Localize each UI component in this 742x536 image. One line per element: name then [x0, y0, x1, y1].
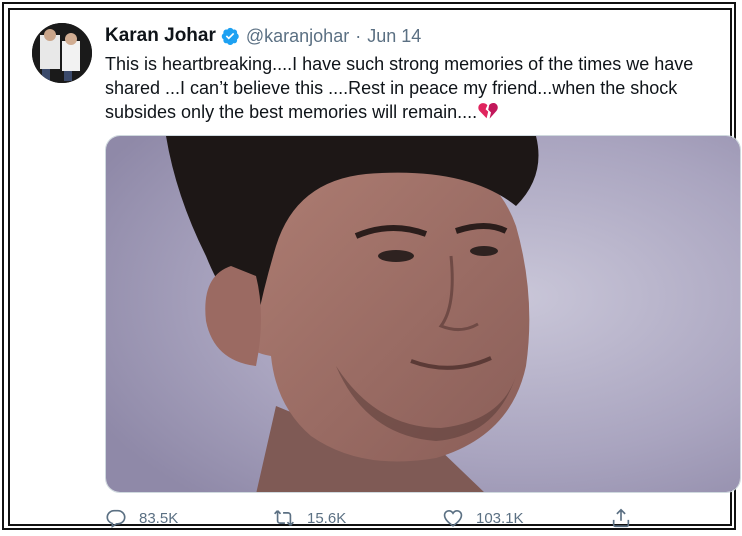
- like-icon: [443, 510, 463, 527]
- reply-icon: [106, 509, 126, 529]
- share-button[interactable]: [610, 505, 632, 531]
- retweet-icon: [274, 510, 294, 526]
- broken-heart-icon: [478, 102, 498, 120]
- retweet-button[interactable]: 15.6K: [273, 505, 346, 531]
- tweet-date[interactable]: Jun 14: [367, 26, 421, 47]
- like-count: 103.1K: [476, 509, 524, 527]
- tweet-actions: 83.5K 15.6K 103.1K: [105, 505, 645, 531]
- tweet-card: Karan Johar @karanjohar · Jun 14 This is…: [8, 8, 741, 529]
- retweet-count: 15.6K: [307, 509, 347, 527]
- like-button[interactable]: 103.1K: [442, 505, 524, 531]
- tweet-text: This is heartbreaking....I have such str…: [105, 52, 725, 124]
- tweet-media-photo[interactable]: [105, 135, 741, 493]
- reply-count: 83.5K: [139, 509, 179, 527]
- share-icon: [612, 508, 630, 528]
- verified-badge-icon: [220, 26, 240, 46]
- reply-button[interactable]: 83.5K: [105, 505, 178, 531]
- author-handle[interactable]: @karanjohar: [246, 26, 349, 47]
- separator-dot: ·: [355, 25, 362, 46]
- tweet-header: Karan Johar @karanjohar · Jun 14: [105, 23, 421, 49]
- author-name[interactable]: Karan Johar: [105, 25, 216, 47]
- tweet-body: This is heartbreaking....I have such str…: [105, 54, 694, 122]
- avatar[interactable]: [32, 23, 92, 83]
